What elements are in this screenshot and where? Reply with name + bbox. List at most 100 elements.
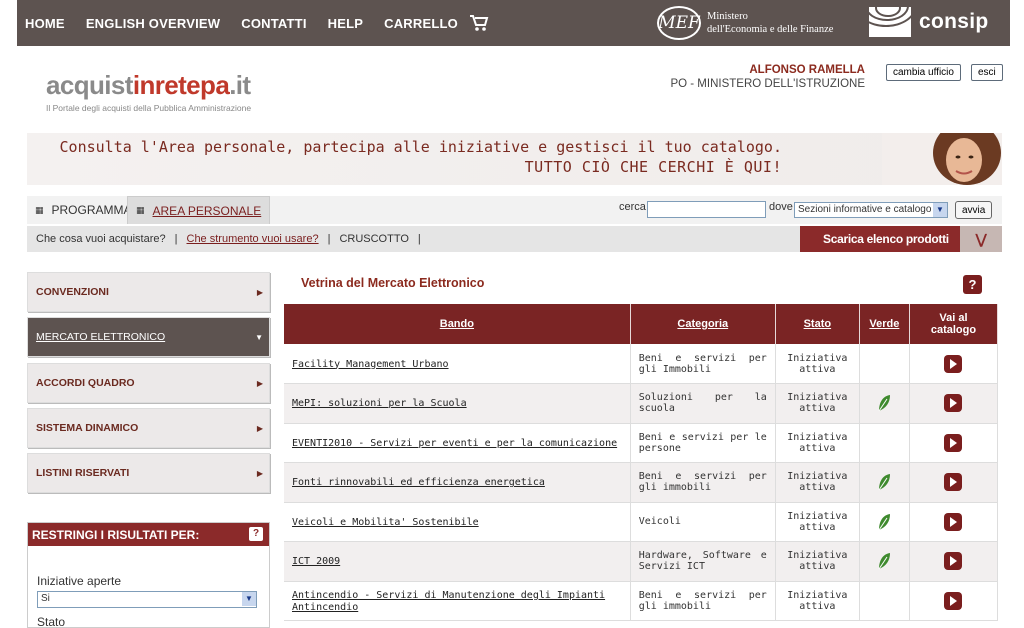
go-to-catalog-icon[interactable] [944, 354, 963, 373]
banner-line2: TUTTO CIÒ CHE CERCHI È QUI! [524, 158, 782, 176]
logout-button[interactable]: esci [971, 64, 1003, 81]
mef-line2: dell'Economia e delle Finanze [707, 24, 834, 35]
cell-verde [859, 462, 910, 503]
go-to-catalog-icon[interactable] [944, 394, 963, 413]
go-to-catalog-icon[interactable] [944, 473, 963, 492]
user-name: ALFONSO RAMELLA [749, 64, 865, 76]
download-products-button[interactable]: Scarica elenco prodotti ⋁ [800, 226, 1002, 252]
subnav-separator: | [417, 233, 421, 245]
vetrina-title: Vetrina del Mercato Elettronico [301, 276, 485, 290]
bando-link[interactable]: EVENTI2010 - Servizi per eventi e per la… [292, 438, 617, 449]
table-row: Antincendio - Servizi di Manutenzione de… [284, 581, 999, 621]
go-to-catalog-icon[interactable] [944, 512, 963, 531]
user-office: PO - MINISTERO DELL'ISTRUZIONE [670, 78, 865, 90]
search-label: cerca [619, 201, 646, 213]
sidebar-item-listini-riservati[interactable]: LISTINI RISERVATI ▶ [27, 453, 270, 493]
filter-header: RESTRINGI I RISULTATI PER: ? [28, 523, 269, 546]
cell-verde [859, 541, 910, 582]
tab-programma[interactable]: ▦ PROGRAMMA [27, 196, 140, 224]
sidebar-item-label: LISTINI RISERVATI [36, 467, 130, 479]
cell-vai-catalogo [909, 462, 999, 503]
subnav-which-tool[interactable]: Che strumento vuoi usare? [187, 233, 319, 245]
sidebar-item-convenzioni[interactable]: CONVENZIONI ▶ [27, 272, 270, 312]
cell-vai-catalogo [909, 502, 999, 542]
change-office-button[interactable]: cambia ufficio [886, 64, 961, 81]
bando-link[interactable]: Veicoli e Mobilita' Sostenibile [292, 517, 479, 528]
cell-stato: Iniziativa attiva [775, 502, 860, 542]
top-bar: HOME ENGLISH OVERVIEW CONTATTI HELP CARR… [17, 0, 1010, 46]
col-stato[interactable]: Stato [775, 304, 860, 344]
cell-bando: Antincendio - Servizi di Manutenzione de… [284, 581, 631, 621]
logo-part4: .it [229, 70, 251, 100]
logo-part3: pa [200, 70, 230, 100]
table-row: Fonti rinnovabili ed efficienza energeti… [284, 462, 999, 503]
search-scope-select[interactable]: Sezioni informative e catalogo ▼ [794, 202, 948, 218]
consip-logo-mark [869, 7, 911, 37]
nav-contatti[interactable]: CONTATTI [241, 16, 306, 31]
cart-icon[interactable] [469, 13, 489, 33]
search-submit-button[interactable]: avvia [955, 201, 993, 219]
subnav-separator: | [174, 233, 178, 245]
cell-categoria: Beni e servizi per gli Immobili [630, 344, 776, 384]
cell-verde [859, 383, 910, 424]
logo-part1: acquist [46, 70, 133, 100]
top-nav: HOME ENGLISH OVERVIEW CONTATTI HELP CARR… [25, 0, 489, 46]
green-leaf-icon [878, 513, 891, 531]
chevron-down-icon: ▼ [242, 592, 256, 606]
filter-panel: RESTRINGI I RISULTATI PER: ? Iniziative … [27, 522, 270, 628]
cell-vai-catalogo [909, 344, 999, 384]
filter-open-select[interactable]: Si ▼ [37, 591, 257, 608]
grid-dots-icon: ▦ [136, 205, 145, 215]
help-icon[interactable]: ? [249, 527, 263, 541]
subnav-cruscotto[interactable]: CRUSCOTTO [339, 233, 408, 245]
arrow-down-icon: ▼ [255, 332, 263, 342]
sidebar-item-accordi-quadro[interactable]: ACCORDI QUADRO ▶ [27, 363, 270, 403]
arrow-right-icon: ▶ [256, 423, 263, 433]
portal-logo[interactable]: acquistinretepa.it Il Portale degli acqu… [46, 70, 251, 113]
sidebar-item-sistema-dinamico[interactable]: SISTEMA DINAMICO ▶ [27, 408, 270, 448]
cell-categoria: Beni e servizi per le persone [630, 423, 776, 463]
bando-link[interactable]: MePI: soluzioni per la Scuola [292, 398, 467, 409]
cell-vai-catalogo [909, 423, 999, 463]
promo-banner[interactable]: Consulta l'Area personale, partecipa all… [27, 133, 1002, 185]
nav-help[interactable]: HELP [328, 16, 363, 31]
filter-status-label: Stato [37, 615, 66, 628]
table-row: ICT 2009 Hardware, Software e Servizi ICT… [284, 541, 999, 582]
sidebar-item-label: ACCORDI QUADRO [36, 377, 135, 389]
help-icon[interactable]: ? [963, 275, 982, 294]
col-verde[interactable]: Verde [859, 304, 910, 344]
table-row: EVENTI2010 - Servizi per eventi e per la… [284, 423, 999, 463]
mef-logo[interactable]: MEF Ministero dell'Economia e delle Fina… [657, 6, 833, 40]
col-bando[interactable]: Bando [284, 304, 631, 344]
go-to-catalog-icon[interactable] [944, 433, 963, 452]
table-row: Facility Management Urbano Beni e servizi… [284, 344, 999, 384]
nav-home[interactable]: HOME [25, 16, 65, 31]
sidebar-item-mercato-elettronico[interactable]: MERCATO ELETTRONICO ▼ [27, 317, 270, 357]
search-input[interactable] [647, 201, 766, 218]
nav-carrello[interactable]: CARRELLO [384, 16, 458, 31]
search-where-label: dove [769, 201, 793, 213]
cell-categoria: Beni e servizi per gli immobili [630, 462, 776, 503]
bando-link[interactable]: ICT 2009 [292, 556, 340, 567]
consip-logo[interactable]: consip [869, 7, 988, 37]
bando-link[interactable]: Antincendio - Servizi di Manutenzione de… [292, 590, 605, 613]
download-products-label: Scarica elenco prodotti [823, 232, 949, 246]
bando-link[interactable]: Facility Management Urbano [292, 359, 449, 370]
col-categoria[interactable]: Categoria [630, 304, 776, 344]
chevron-down-icon: ▼ [933, 203, 947, 217]
subnav-what-to-buy[interactable]: Che cosa vuoi acquistare? [36, 233, 166, 245]
nav-english-overview[interactable]: ENGLISH OVERVIEW [86, 16, 220, 31]
tab-area-personale[interactable]: ▦ AREA PERSONALE [127, 196, 271, 224]
filter-title: RESTRINGI I RISULTATI PER: [32, 527, 200, 542]
cell-categoria: Soluzioni per la scuola [630, 383, 776, 424]
cell-stato: Iniziativa attiva [775, 383, 860, 424]
table-row: Veicoli e Mobilita' Sostenibile Veicoli In… [284, 502, 999, 542]
go-to-catalog-icon[interactable] [944, 552, 963, 571]
green-leaf-icon [878, 474, 891, 491]
go-to-catalog-icon[interactable] [944, 591, 963, 610]
mef-logo-mark: MEF [657, 6, 701, 40]
bando-link[interactable]: Fonti rinnovabili ed efficienza energeti… [292, 477, 545, 488]
green-leaf-icon [878, 553, 891, 570]
grid-dots-icon: ▦ [35, 204, 44, 215]
double-chevron-down-icon: ⋁ [960, 226, 1002, 252]
